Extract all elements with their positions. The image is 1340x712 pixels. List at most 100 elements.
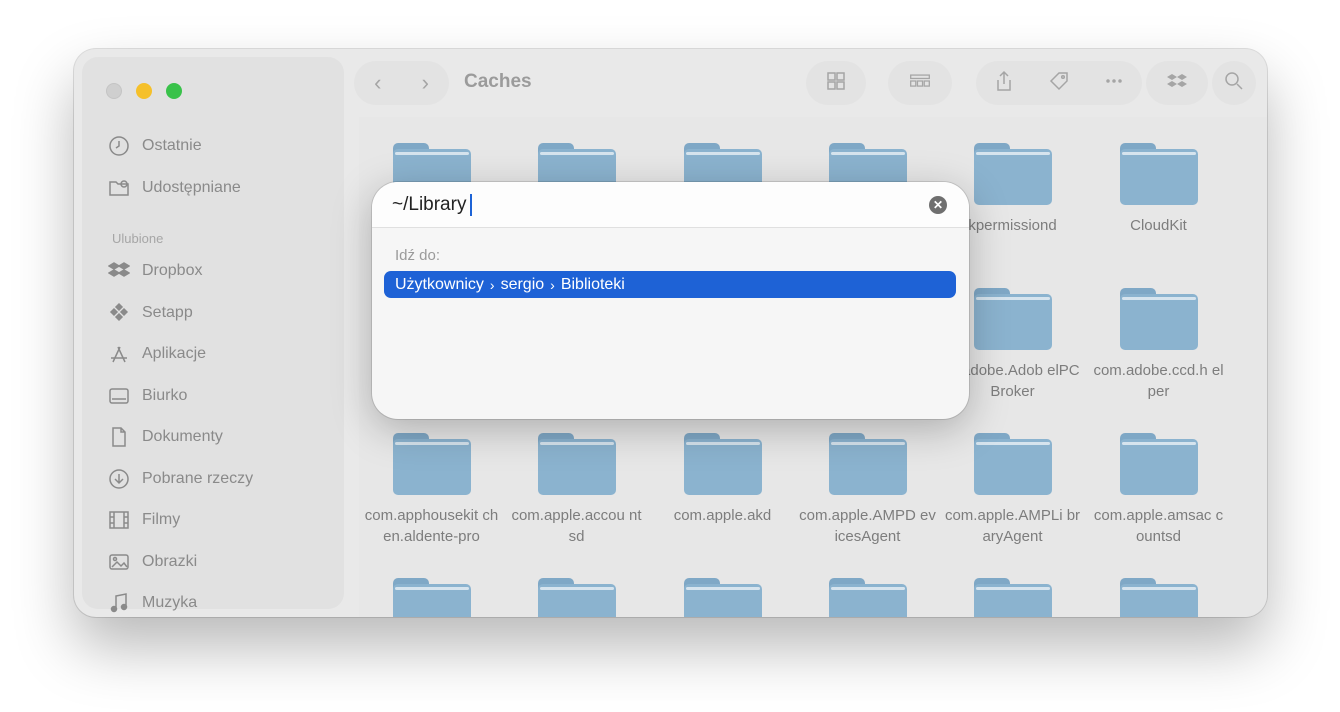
search-icon — [1223, 70, 1245, 97]
downloads-icon — [106, 468, 132, 490]
folder-name: com.apple.accou ntsd — [511, 507, 642, 545]
sidebar-item-label: Filmy — [142, 511, 181, 528]
sidebar-item-label: Aplikacje — [142, 345, 207, 362]
sidebar-item-setapp[interactable]: Setapp — [106, 298, 193, 328]
sidebar-item-label: Dokumenty — [142, 428, 223, 445]
tag-icon[interactable] — [1048, 70, 1070, 97]
chevron-right-icon: › — [489, 276, 495, 293]
sidebar-item-label: Muzyka — [142, 594, 198, 611]
folder-name: com.apple.AMPLi braryAgent — [944, 507, 1081, 545]
grid-icon — [825, 70, 847, 97]
path-segment: sergio — [500, 275, 545, 293]
sidebar-item-downloads[interactable]: Pobrane rzeczy — [106, 464, 253, 494]
sidebar-item-shared[interactable]: Udostępniane — [106, 173, 241, 203]
folder-item[interactable]: com.apple.amsac countsd — [1086, 433, 1231, 547]
screen: Ostatnie Udostępniane Ulubione Dropbox S… — [0, 0, 1340, 712]
pictures-icon — [106, 551, 132, 573]
navigation-buttons: ‹ › — [354, 61, 449, 105]
folder-icon — [828, 433, 907, 495]
path-field: ✕ — [372, 182, 969, 228]
sidebar-item-pictures[interactable]: Obrazki — [106, 547, 197, 577]
window-title: Caches — [464, 71, 532, 92]
go-to-folder-dialog: ✕ Idź do: Użytkownicy › sergio › Bibliot… — [372, 182, 969, 419]
zoom-window-button[interactable] — [166, 83, 182, 99]
folder-item[interactable] — [940, 578, 1085, 617]
applications-icon — [106, 343, 132, 365]
folder-name: com.adobe.ccd.h elper — [1093, 362, 1224, 400]
search-button[interactable] — [1212, 61, 1256, 105]
film-icon — [106, 509, 132, 531]
sidebar-item-music[interactable]: Muzyka — [106, 588, 197, 617]
sidebar-item-applications[interactable]: Aplikacje — [106, 339, 206, 369]
folder-item[interactable] — [504, 578, 649, 617]
sidebar-item-label: Pobrane rzeczy — [142, 470, 254, 487]
group-icon — [909, 70, 931, 97]
folder-item[interactable]: CloudKit — [1086, 143, 1231, 236]
folder-name: com.apple.AMPD evicesAgent — [799, 507, 936, 545]
folder-item[interactable]: com.apple.akd — [650, 433, 795, 526]
path-segment: Użytkownicy — [395, 275, 484, 293]
close-window-button[interactable] — [106, 83, 122, 99]
sidebar-item-label: Ostatnie — [142, 137, 202, 154]
folder-icon — [537, 433, 616, 495]
folder-icon — [973, 288, 1052, 350]
folder-name: CloudKit — [1130, 217, 1187, 234]
setapp-icon — [106, 302, 132, 324]
folder-icon — [1119, 433, 1198, 495]
folder-icon — [973, 433, 1052, 495]
sidebar-item-dropbox[interactable]: Dropbox — [106, 256, 202, 286]
folder-item[interactable]: com.apple.AMPD evicesAgent — [795, 433, 940, 547]
sidebar-item-movies[interactable]: Filmy — [106, 505, 180, 535]
folder-item[interactable]: com.apphousekit chen.aldente-pro — [359, 433, 504, 547]
sidebar-item-desktop[interactable]: Biurko — [106, 381, 187, 411]
dropbox-menu-button[interactable] — [1146, 61, 1208, 105]
shared-folder-icon — [106, 177, 132, 199]
sidebar-item-recents[interactable]: Ostatnie — [106, 131, 202, 161]
folder-icon — [537, 578, 616, 617]
folder-icon — [1119, 288, 1198, 350]
clock-icon — [106, 135, 132, 157]
folder-name: com.apphousekit chen.aldente-pro — [364, 507, 499, 545]
folder-icon — [828, 578, 907, 617]
more-icon[interactable] — [1103, 70, 1125, 97]
path-suggestion[interactable]: Użytkownicy › sergio › Biblioteki — [384, 271, 956, 298]
folder-item[interactable]: com.apple.accou ntsd — [504, 433, 649, 547]
chevron-right-icon: › — [550, 276, 555, 293]
sidebar-item-label: Obrazki — [142, 553, 198, 570]
forward-button[interactable]: › — [422, 70, 429, 96]
folder-item[interactable] — [1086, 578, 1231, 617]
view-mode-button[interactable] — [806, 61, 866, 105]
share-icon[interactable] — [993, 70, 1015, 97]
sidebar-item-label: Setapp — [142, 304, 193, 321]
folder-icon — [683, 433, 762, 495]
folder-icon — [973, 578, 1052, 617]
sidebar-item-documents[interactable]: Dokumenty — [106, 422, 223, 452]
folder-item[interactable] — [359, 578, 504, 617]
folder-icon — [392, 433, 471, 495]
sidebar: Ostatnie Udostępniane Ulubione Dropbox S… — [82, 57, 344, 613]
sidebar-item-label: Udostępniane — [142, 179, 241, 196]
music-icon — [106, 592, 132, 614]
dropbox-icon — [106, 260, 132, 282]
toolbar: ‹ › Caches — [354, 57, 1259, 109]
sidebar-item-label: Dropbox — [142, 262, 203, 279]
minimize-window-button[interactable] — [136, 83, 152, 99]
folder-item[interactable] — [795, 578, 940, 617]
folder-item[interactable] — [650, 578, 795, 617]
folder-item[interactable]: com.apple.AMPLi braryAgent — [940, 433, 1085, 547]
folder-item[interactable]: com.adobe.ccd.h elper — [1086, 288, 1231, 402]
back-button[interactable]: ‹ — [374, 70, 381, 96]
clear-icon[interactable]: ✕ — [929, 196, 947, 214]
sidebar-section-favorites: Ulubione — [112, 231, 164, 246]
folder-icon — [973, 143, 1052, 205]
folder-icon — [392, 578, 471, 617]
goto-section-label: Idź do: — [395, 247, 441, 264]
folder-icon — [1119, 143, 1198, 205]
folder-name: com.apple.amsac countsd — [1093, 507, 1224, 545]
action-buttons — [976, 61, 1142, 105]
group-button[interactable] — [888, 61, 952, 105]
folder-name: com.apple.akd — [673, 507, 772, 524]
folder-icon — [1119, 578, 1198, 617]
folder-icon — [683, 578, 762, 617]
desktop-icon — [106, 385, 132, 407]
